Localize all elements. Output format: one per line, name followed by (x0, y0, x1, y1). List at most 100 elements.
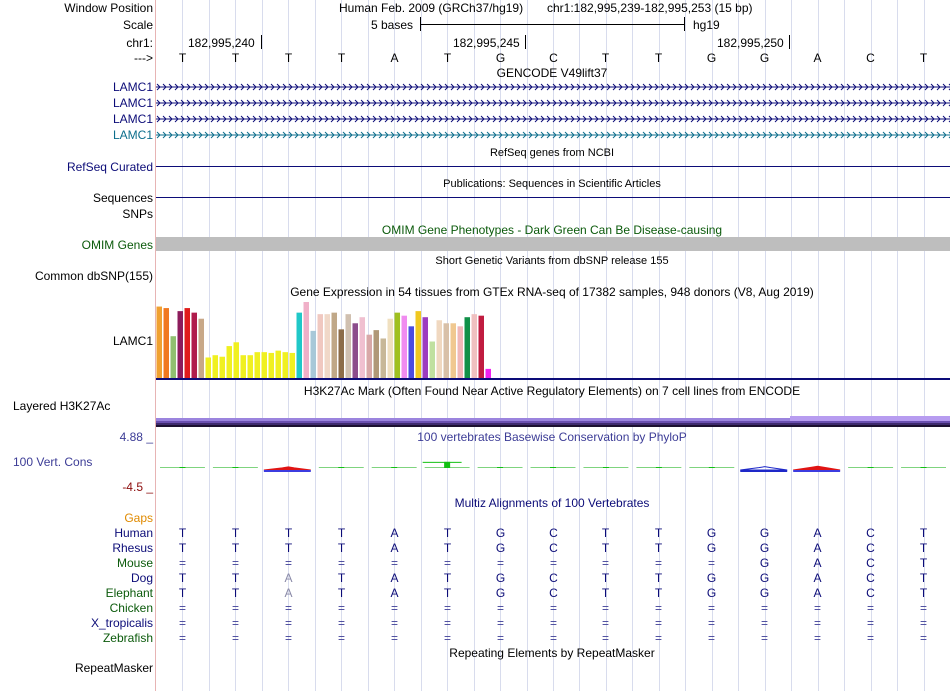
phylop-score-bar[interactable] (391, 467, 398, 468)
phylop-negative-score[interactable] (793, 465, 841, 471)
species-label[interactable]: Dog (131, 571, 153, 585)
gtex-tissue-bar[interactable] (408, 326, 415, 378)
gtex-tissue-bar[interactable] (387, 318, 394, 378)
gtex-tissue-bar[interactable] (317, 314, 324, 378)
gencode-track-label[interactable]: LAMC1 (113, 80, 153, 94)
gtex-tissue-bar[interactable] (289, 352, 296, 378)
gtex-tissue-bar[interactable] (191, 312, 198, 378)
browser-track-image[interactable]: Human Feb. 2009 (GRCh37/hg19) chr1:182,9… (156, 0, 950, 691)
species-label[interactable]: Mouse (117, 556, 153, 570)
gtex-tissue-bar[interactable] (401, 315, 408, 378)
transcript-line[interactable] (156, 128, 950, 142)
gtex-tissue-bar[interactable] (324, 314, 331, 378)
phylop-score-bar[interactable] (602, 467, 609, 468)
dbsnp-track-label[interactable]: Common dbSNP(155) (35, 269, 153, 283)
gtex-tissue-bar[interactable] (296, 312, 303, 378)
snps-track-label[interactable]: SNPs (122, 207, 153, 221)
gtex-tissue-bar[interactable] (331, 312, 338, 378)
gtex-tissue-bar[interactable] (156, 306, 163, 378)
species-label[interactable]: Elephant (106, 586, 153, 600)
gtex-tissue-bar[interactable] (254, 352, 261, 378)
window-position-label[interactable]: Window Position (64, 1, 153, 15)
gtex-tissue-bar[interactable] (303, 302, 310, 378)
phylop-negative-score[interactable] (263, 466, 311, 471)
gtex-tissue-bar[interactable] (443, 323, 450, 378)
species-label[interactable]: Human (114, 526, 153, 540)
species-label[interactable]: Chicken (110, 601, 153, 615)
gtex-tissue-bar[interactable] (177, 311, 184, 378)
phylop-score-bar[interactable] (338, 467, 345, 468)
gtex-tissue-bar[interactable] (170, 336, 177, 378)
gaps-label[interactable]: Gaps (124, 511, 153, 525)
gtex-tissue-bar[interactable] (478, 315, 485, 378)
sequences-track-label[interactable]: Sequences (93, 191, 153, 205)
gtex-tissue-bar[interactable] (338, 329, 345, 378)
phylop-score-bar[interactable] (232, 467, 239, 468)
conservation-track-label[interactable]: 100 Vert. Cons (13, 455, 92, 469)
transcript-line[interactable] (156, 112, 950, 126)
gtex-tissue-bar[interactable] (163, 308, 170, 378)
phylop-score-bar[interactable] (179, 467, 186, 468)
gtex-tissue-bar[interactable] (261, 352, 268, 378)
gtex-tissue-bar[interactable] (471, 314, 478, 378)
publications-line[interactable] (156, 197, 950, 198)
gtex-tissue-bar[interactable] (247, 355, 254, 378)
gtex-tissue-bar[interactable] (345, 314, 352, 378)
gtex-tissue-bar[interactable] (310, 330, 317, 378)
gencode-track-label[interactable]: LAMC1 (113, 112, 153, 126)
scale-label[interactable]: Scale (123, 18, 153, 32)
gtex-tissue-bar[interactable] (282, 352, 289, 378)
phylop-negative-score[interactable] (740, 466, 788, 471)
gtex-tissue-bar[interactable] (464, 317, 471, 378)
gencode-track-label[interactable]: LAMC1 (113, 128, 153, 142)
transcript-line[interactable] (156, 80, 950, 94)
omim-phenotype-bar[interactable] (156, 237, 950, 251)
transcript-line[interactable] (156, 96, 950, 110)
direction-label[interactable]: ---> (134, 51, 153, 65)
gtex-tissue-bar[interactable] (415, 311, 422, 378)
h3k27ac-signal[interactable] (156, 416, 950, 428)
gtex-tissue-bar[interactable] (212, 355, 219, 378)
refseq-gene-line[interactable] (156, 166, 950, 167)
phylop-score-bar[interactable] (708, 467, 715, 468)
phylop-score-bar[interactable] (867, 467, 874, 468)
species-label[interactable]: X_tropicalis (91, 616, 153, 630)
repeatmasker-track-label[interactable]: RepeatMasker (75, 661, 153, 675)
gtex-tissue-bar[interactable] (205, 357, 212, 378)
phylop-score-bar[interactable] (655, 467, 662, 468)
gtex-tissue-bar[interactable] (457, 326, 464, 378)
species-label[interactable]: Rhesus (112, 541, 153, 555)
phylop-score-bar[interactable] (550, 467, 556, 468)
gtex-tissue-bar[interactable] (366, 334, 373, 378)
gtex-tissue-bar[interactable] (422, 317, 429, 378)
gtex-tissue-bar[interactable] (450, 323, 457, 378)
gtex-tissue-bar[interactable] (240, 355, 247, 378)
gtex-tissue-bar[interactable] (436, 320, 443, 378)
gtex-tissue-bar[interactable] (394, 312, 401, 378)
phylop-score-bar[interactable] (920, 467, 927, 468)
gtex-tissue-bar[interactable] (359, 317, 366, 378)
phylop-conservation-plot[interactable] (156, 444, 950, 490)
gtex-tissue-bar[interactable] (275, 350, 282, 378)
gtex-tissue-bar[interactable] (219, 356, 226, 378)
omim-track-label[interactable]: OMIM Genes (82, 238, 153, 252)
gtex-tissue-bar[interactable] (268, 352, 275, 378)
gencode-transcripts[interactable] (156, 80, 950, 144)
gtex-tissue-bar[interactable] (380, 338, 387, 378)
gtex-expression-chart[interactable] (156, 300, 950, 382)
gtex-tissue-bar[interactable] (184, 308, 191, 378)
gtex-tissue-bar[interactable] (485, 368, 492, 378)
phylop-score-bar[interactable] (497, 467, 504, 468)
gtex-tissue-bar[interactable] (429, 341, 436, 378)
gencode-track-label[interactable]: LAMC1 (113, 96, 153, 110)
h3k27ac-track-label[interactable]: Layered H3K27Ac (13, 399, 110, 413)
gtex-tissue-bar[interactable] (373, 330, 380, 378)
gtex-tissue-bar[interactable] (352, 323, 359, 378)
chr-label[interactable]: chr1: (126, 36, 153, 50)
species-label[interactable]: Zebrafish (103, 631, 153, 645)
refseq-track-label[interactable]: RefSeq Curated (67, 160, 153, 174)
gtex-tissue-bar[interactable] (226, 346, 233, 378)
gtex-tissue-bar[interactable] (233, 342, 240, 378)
gtex-tissue-bar[interactable] (198, 318, 205, 378)
gtex-track-label[interactable]: LAMC1 (113, 334, 153, 348)
